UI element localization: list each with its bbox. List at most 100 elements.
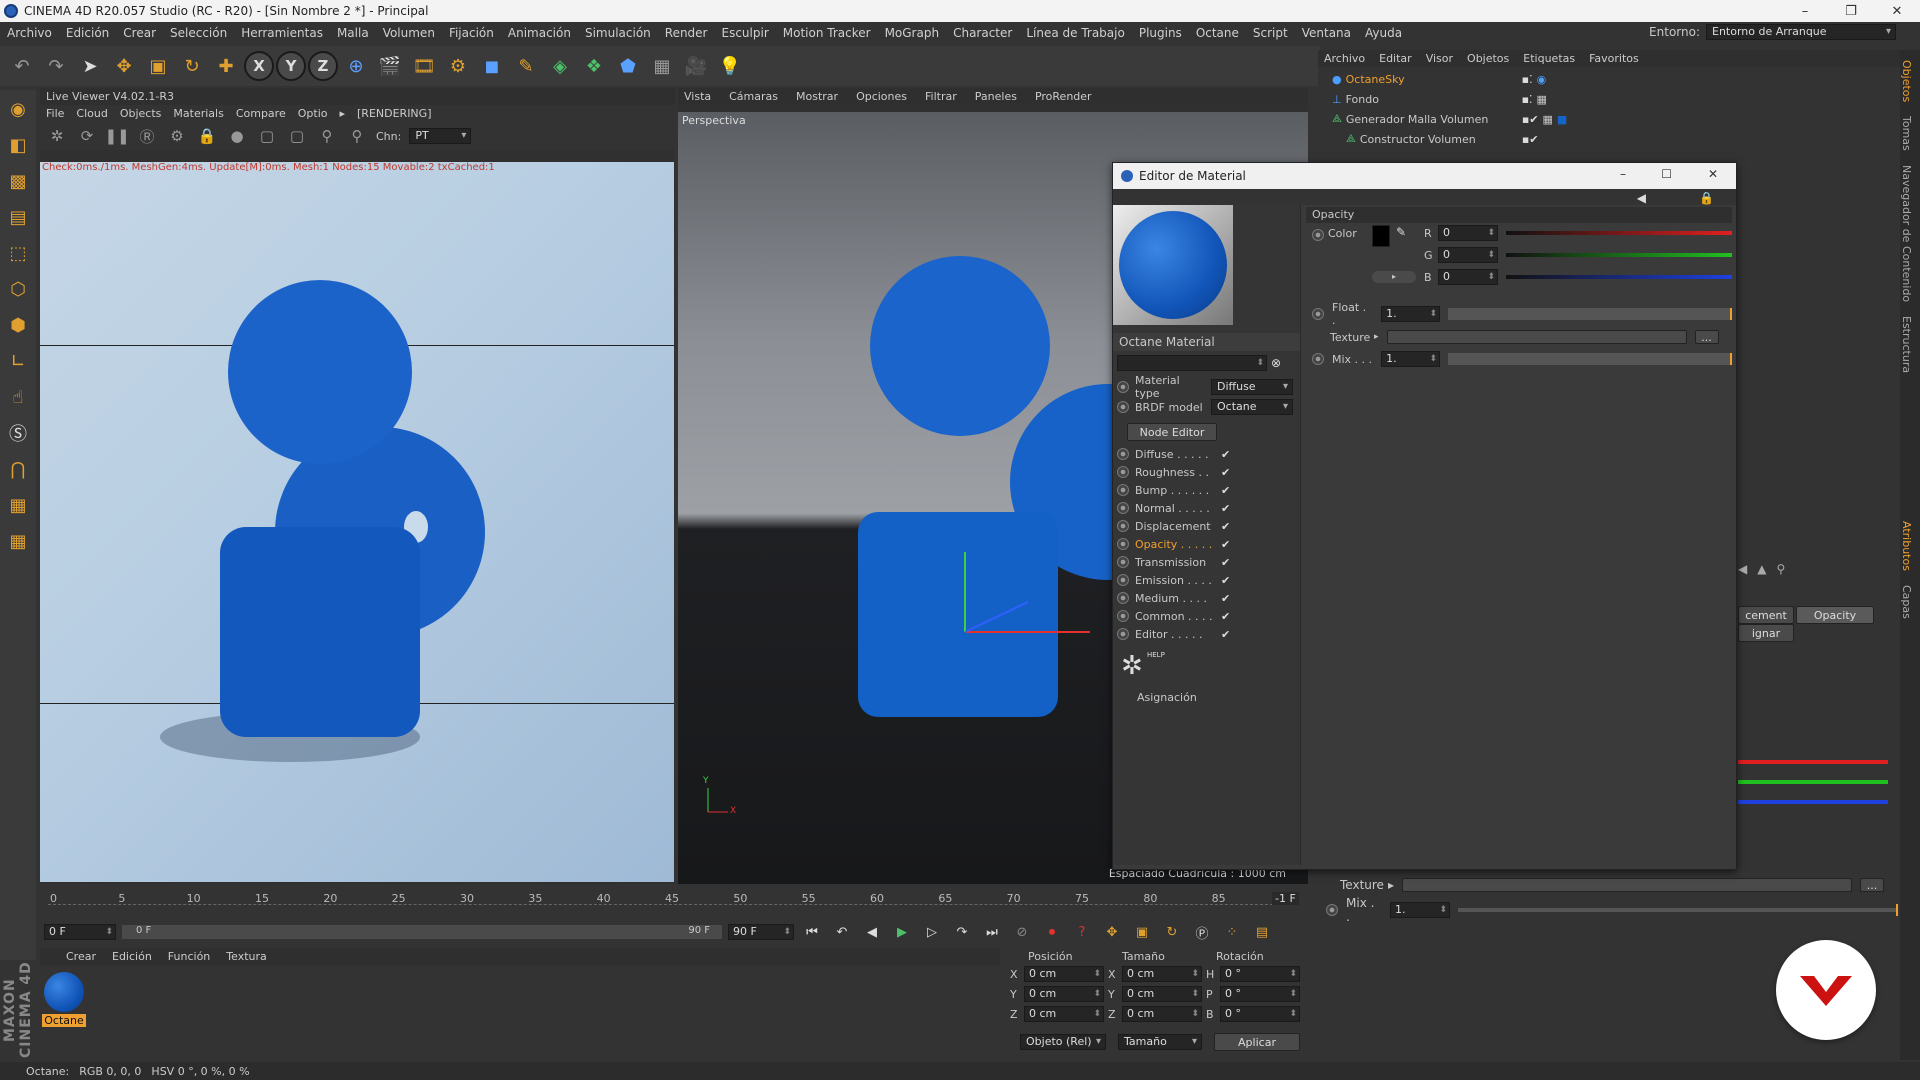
go-to-start-icon[interactable]: ⏮ <box>800 922 824 942</box>
menu-script[interactable]: Script <box>1246 26 1295 40</box>
object-row-octanesky[interactable]: ● OctaneSky ▪⁚ ◉ <box>1332 69 1900 89</box>
menu-malla[interactable]: Malla <box>330 26 376 40</box>
x-axis-lock-icon[interactable]: X <box>244 51 274 81</box>
channel-checkbox[interactable]: ✔ <box>1221 592 1230 605</box>
key-scale-icon[interactable]: ▣ <box>1130 922 1154 942</box>
light-icon[interactable]: 💡 <box>714 50 746 82</box>
menu-crear[interactable]: Crear <box>116 26 163 40</box>
restart-render-icon[interactable]: ⟳ <box>76 120 98 152</box>
assignment-link[interactable]: Asignación <box>1137 691 1300 704</box>
key-param-icon[interactable]: Ⓟ <box>1190 922 1214 942</box>
menu-esculpir[interactable]: Esculpir <box>715 26 776 40</box>
channel-radio[interactable] <box>1117 574 1129 586</box>
rotate-icon[interactable]: ↻ <box>176 50 208 82</box>
om-menu-archivo[interactable]: Archivo <box>1324 52 1365 65</box>
undo-icon[interactable]: ↶ <box>6 50 38 82</box>
channel-radio[interactable] <box>1117 538 1129 550</box>
material-type-radio[interactable] <box>1117 381 1129 393</box>
menu-volumen[interactable]: Volumen <box>376 26 442 40</box>
vtab-capas[interactable]: Capas <box>1900 581 1913 623</box>
lv-menu-options[interactable]: Optio <box>298 107 328 120</box>
mix-animate-radio[interactable] <box>1312 353 1324 365</box>
channel-radio[interactable] <box>1117 466 1129 478</box>
attr-g-slider[interactable] <box>1738 780 1888 784</box>
lv-menu-objects[interactable]: Objects <box>120 107 162 120</box>
subdivision-surface-icon[interactable]: ◈ <box>544 50 576 82</box>
pause-render-icon[interactable]: ❚❚ <box>104 120 129 152</box>
cube-primitive-icon[interactable]: ◼ <box>476 50 508 82</box>
channel-radio[interactable] <box>1117 592 1129 604</box>
texture-browse-button[interactable]: ... <box>1694 330 1719 344</box>
close-window-button[interactable]: ✕ <box>1874 0 1920 22</box>
render-settings-icon[interactable]: ⚙ <box>442 50 474 82</box>
play-icon[interactable]: ▶ <box>890 922 914 942</box>
material-thumbnail[interactable]: Octane <box>42 972 86 1028</box>
play-triangle-icon[interactable]: ▸ <box>1374 332 1379 342</box>
vtab-atributos[interactable]: Atributos <box>1900 517 1913 575</box>
search-icon[interactable]: ⚲ <box>1776 562 1785 576</box>
channel-radio[interactable] <box>1117 628 1129 640</box>
octane-help-icon[interactable]: ✲ <box>1121 651 1143 681</box>
object-row-fondo[interactable]: ⊥ Fondo ▪⁚ ▦ <box>1332 89 1900 109</box>
texture-mode-icon[interactable]: ▩ <box>3 166 33 196</box>
channel-displacement[interactable]: Displacement ✔ <box>1113 517 1300 535</box>
g-value-field[interactable]: 0 <box>1438 247 1498 263</box>
play-triangle-icon[interactable]: ▸ <box>1388 878 1394 892</box>
attr-b-slider[interactable] <box>1738 800 1888 804</box>
snap-icon[interactable]: Ⓢ <box>3 418 33 448</box>
cloner-icon[interactable]: ❖ <box>578 50 610 82</box>
octane-tag-icon[interactable]: ◉ <box>1537 73 1547 86</box>
channel-checkbox[interactable]: ✔ <box>1221 628 1230 641</box>
workplane-icon[interactable]: ▤ <box>3 202 33 232</box>
brdf-dropdown[interactable]: Octane <box>1211 399 1293 415</box>
attr-texture-browse[interactable]: ... <box>1860 878 1885 892</box>
g-slider[interactable] <box>1506 253 1732 257</box>
position-field[interactable]: 0 cm <box>1024 986 1104 1002</box>
menu-simulacion[interactable]: Simulación <box>578 26 658 40</box>
menu-render[interactable]: Render <box>658 26 715 40</box>
visibility-dots-icon[interactable]: ▪⁚ <box>1522 73 1533 86</box>
model-mode-icon[interactable]: ◧ <box>3 130 33 160</box>
rotation-field[interactable]: 0 ° <box>1220 966 1300 982</box>
size-field[interactable]: 0 cm <box>1122 986 1202 1002</box>
current-frame-field[interactable]: 0 F <box>44 924 116 940</box>
channel-checkbox[interactable]: ✔ <box>1221 484 1230 497</box>
autokey-icon[interactable]: ? <box>1070 922 1094 942</box>
rotation-field[interactable]: 0 ° <box>1220 986 1300 1002</box>
channel-roughness[interactable]: Roughness . . ✔ <box>1113 463 1300 481</box>
tab-opacity[interactable]: Opacity <box>1796 606 1874 624</box>
film-region-icon[interactable]: ▢ <box>286 120 308 152</box>
channel-radio[interactable] <box>1117 610 1129 622</box>
coordinate-mode-dropdown[interactable]: Objeto (Rel) <box>1020 1034 1106 1050</box>
picker-icon[interactable]: ⊗ <box>1271 356 1281 370</box>
menu-ventana[interactable]: Ventana <box>1295 26 1358 40</box>
channel-checkbox[interactable]: ✔ <box>1221 520 1230 533</box>
planar-workplane-icon[interactable]: ▦ <box>3 526 33 556</box>
z-axis-lock-icon[interactable]: Z <box>308 51 338 81</box>
live-selection-icon[interactable]: ✚ <box>210 50 242 82</box>
menu-fijacion[interactable]: Fijación <box>442 26 501 40</box>
channel-radio[interactable] <box>1117 484 1129 496</box>
menu-ayuda[interactable]: Ayuda <box>1358 26 1409 40</box>
vp-menu-filtrar[interactable]: Filtrar <box>925 90 957 103</box>
menu-seleccion[interactable]: Selección <box>163 26 234 40</box>
menu-plugins[interactable]: Plugins <box>1132 26 1189 40</box>
node-editor-button[interactable]: Node Editor <box>1127 423 1217 441</box>
channel-radio[interactable] <box>1117 448 1129 460</box>
channel-opacity[interactable]: Opacity . . . . . ✔ <box>1113 535 1300 553</box>
menu-animacion[interactable]: Animación <box>501 26 578 40</box>
render-view-icon[interactable]: 🎬 <box>374 50 406 82</box>
material-tag-icon[interactable]: ■ <box>1557 113 1567 126</box>
vp-menu-opciones[interactable]: Opciones <box>856 90 907 103</box>
apply-button[interactable]: Aplicar <box>1214 1033 1300 1051</box>
points-mode-icon[interactable]: ⬚ <box>3 238 33 268</box>
object-row-generador-malla-volumen[interactable]: ⟁ Generador Malla Volumen ▪✔ ▦ ■ <box>1332 109 1900 129</box>
key-position-icon[interactable]: ✥ <box>1100 922 1124 942</box>
menu-mograph[interactable]: MoGraph <box>878 26 947 40</box>
phong-tag-icon[interactable]: ▦ <box>1542 113 1552 126</box>
restore-button[interactable]: ❐ <box>1828 0 1874 22</box>
channel-checkbox[interactable]: ✔ <box>1221 610 1230 623</box>
menu-linea-de-trabajo[interactable]: Línea de Trabajo <box>1019 26 1132 40</box>
mix-animate-radio[interactable] <box>1326 904 1338 916</box>
close-icon[interactable]: ✕ <box>1708 167 1718 181</box>
